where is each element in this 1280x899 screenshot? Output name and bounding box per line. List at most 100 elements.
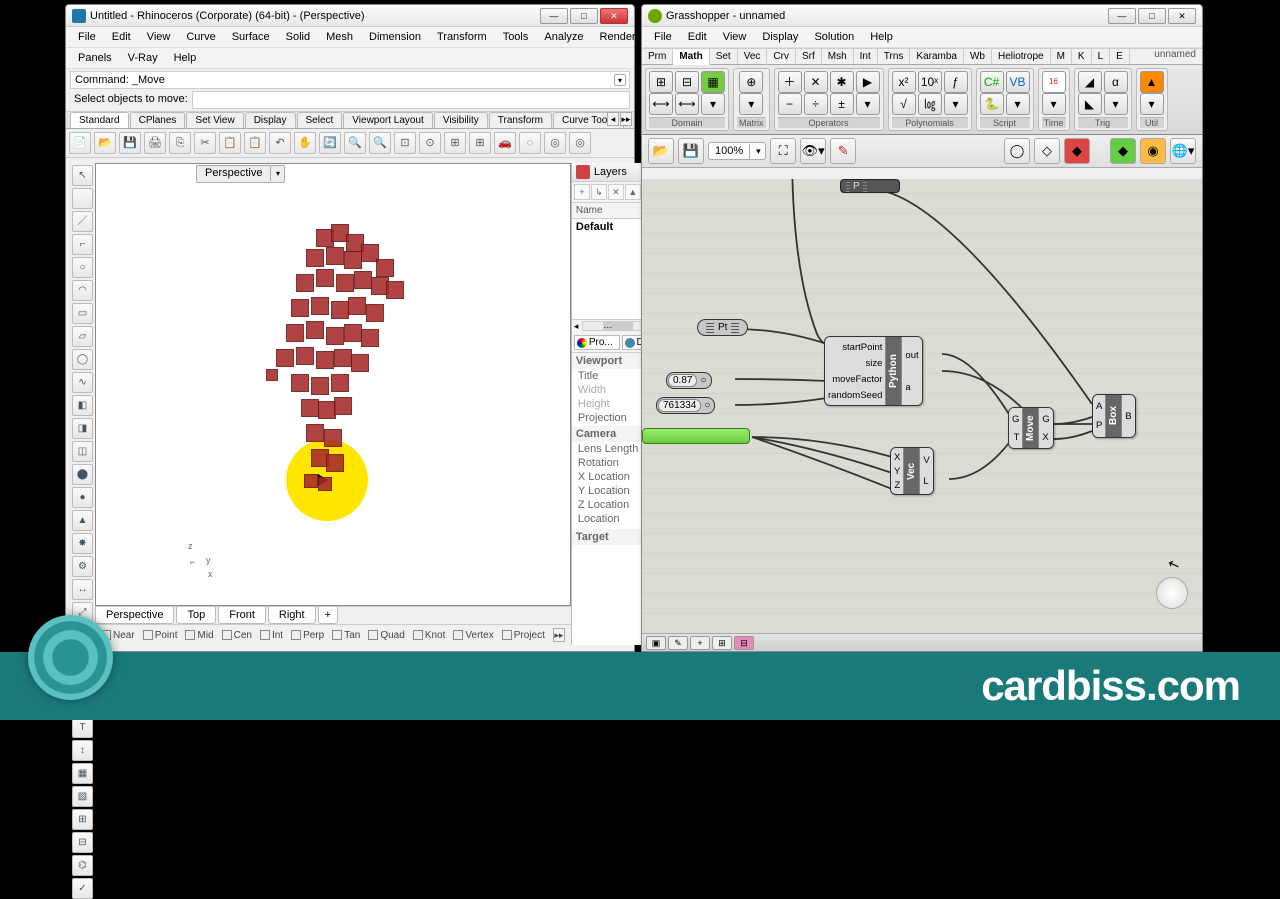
layer-new-icon[interactable]: + bbox=[574, 184, 590, 200]
menu-tools[interactable]: Tools bbox=[495, 29, 537, 45]
port[interactable]: B bbox=[1125, 411, 1131, 422]
zoom-extents-icon[interactable]: ⊡ bbox=[394, 132, 416, 154]
menu-file[interactable]: File bbox=[70, 29, 104, 45]
shade-icon[interactable]: ⊞ bbox=[469, 132, 491, 154]
vtab-top[interactable]: Top bbox=[176, 607, 216, 624]
gh-tab-crv[interactable]: Crv bbox=[767, 49, 796, 64]
gh-menu-file[interactable]: File bbox=[646, 29, 680, 45]
hatch-icon[interactable]: ▦ bbox=[72, 763, 93, 784]
gh-open-icon[interactable]: 📂 bbox=[648, 138, 674, 164]
gh-menu-solution[interactable]: Solution bbox=[806, 29, 862, 45]
comp-icon[interactable]: ⊕ bbox=[739, 71, 763, 93]
port[interactable]: X bbox=[894, 452, 900, 463]
gh-tab-trns[interactable]: Trns bbox=[878, 49, 911, 64]
comp-icon[interactable]: ⟷ bbox=[649, 93, 673, 115]
comp-icon[interactable]: ƒ bbox=[944, 71, 968, 93]
comp-icon[interactable]: ▾ bbox=[944, 93, 968, 115]
rect-icon[interactable]: ▭ bbox=[72, 303, 93, 324]
help-icon[interactable]: ◎ bbox=[569, 132, 591, 154]
gh-menu-help[interactable]: Help bbox=[862, 29, 901, 45]
gh-tab-srf[interactable]: Srf bbox=[796, 49, 822, 64]
text-icon[interactable]: T bbox=[72, 717, 93, 738]
comp-icon[interactable]: ◣ bbox=[1078, 93, 1102, 115]
comp-icon[interactable]: ㏒ bbox=[918, 93, 942, 115]
port[interactable]: T bbox=[1012, 432, 1019, 443]
greater-icon[interactable]: ▶ bbox=[856, 71, 880, 93]
div-icon[interactable]: ÷ bbox=[804, 93, 828, 115]
comp-icon[interactable]: ▾ bbox=[1006, 93, 1030, 115]
comp-icon[interactable]: ▦ bbox=[701, 71, 725, 93]
node-vec[interactable]: X Y Z Vec V L bbox=[890, 447, 934, 495]
param-grip[interactable] bbox=[731, 323, 739, 333]
menu-analyze[interactable]: Analyze bbox=[536, 29, 591, 45]
array2-icon[interactable]: ⊟ bbox=[72, 832, 93, 853]
gh-tab-vec[interactable]: Vec bbox=[738, 49, 768, 64]
comp-icon[interactable]: ◢ bbox=[1078, 71, 1102, 93]
zoom-sel-icon[interactable]: ⊙ bbox=[419, 132, 441, 154]
comp-icon[interactable]: ▾ bbox=[1140, 93, 1164, 115]
comp-icon[interactable]: ▾ bbox=[1042, 93, 1066, 115]
menu-panels[interactable]: Panels bbox=[70, 50, 120, 66]
comp-icon[interactable]: α bbox=[1104, 71, 1128, 93]
tab-display[interactable]: Display bbox=[245, 112, 296, 128]
save-icon[interactable]: 💾 bbox=[119, 132, 141, 154]
menu-transform[interactable]: Transform bbox=[429, 29, 495, 45]
gh-status-btn[interactable]: ⊟ bbox=[734, 636, 754, 650]
menu-mesh[interactable]: Mesh bbox=[318, 29, 361, 45]
vtab-right[interactable]: Right bbox=[268, 607, 316, 624]
tab-properties[interactable]: Pro... bbox=[574, 335, 620, 350]
gh-shadepreview-icon[interactable]: ◆ bbox=[1064, 138, 1090, 164]
expr-icon[interactable]: ✱ bbox=[830, 71, 854, 93]
vtab-front[interactable]: Front bbox=[218, 607, 266, 624]
gh-tab-msh[interactable]: Msh bbox=[822, 49, 854, 64]
copy-icon[interactable]: ⎘ bbox=[169, 132, 191, 154]
comp-icon[interactable]: ⊟ bbox=[675, 71, 699, 93]
port[interactable]: Z bbox=[894, 480, 900, 491]
slider-movefactor[interactable]: 0.87○ bbox=[666, 372, 712, 389]
osnap-tan[interactable]: Tan bbox=[344, 630, 360, 641]
srf-icon[interactable]: ◧ bbox=[72, 395, 93, 416]
gh-menu-edit[interactable]: Edit bbox=[680, 29, 715, 45]
cut-icon[interactable]: ✂ bbox=[194, 132, 216, 154]
open-icon[interactable]: 📂 bbox=[94, 132, 116, 154]
csharp-icon[interactable]: C# bbox=[980, 71, 1004, 93]
gh-maximize-button[interactable]: □ bbox=[1138, 8, 1166, 24]
tab-vplayout[interactable]: Viewport Layout bbox=[343, 112, 433, 128]
tab-setview[interactable]: Set View bbox=[186, 112, 243, 128]
layer-delete-icon[interactable]: ✕ bbox=[608, 184, 624, 200]
pan-icon[interactable]: ✋ bbox=[294, 132, 316, 154]
gh-menu-view[interactable]: View bbox=[715, 29, 755, 45]
gh-minimize-button[interactable]: — bbox=[1108, 8, 1136, 24]
command-input[interactable] bbox=[192, 91, 630, 109]
port[interactable]: A bbox=[1096, 401, 1102, 412]
gh-tab-m[interactable]: M bbox=[1051, 49, 1072, 64]
gh-status-btn[interactable]: ▣ bbox=[646, 636, 666, 650]
osnap-cen[interactable]: Cen bbox=[234, 630, 252, 641]
gh-wirepreview-icon[interactable]: ◇ bbox=[1034, 138, 1060, 164]
vb-icon[interactable]: VB bbox=[1006, 71, 1030, 93]
comp-icon[interactable]: ▾ bbox=[1104, 93, 1128, 115]
menu-solid[interactable]: Solid bbox=[278, 29, 318, 45]
menu-vray[interactable]: V-Ray bbox=[120, 50, 166, 66]
gh-zoom-select[interactable]: 100%▾ bbox=[708, 142, 766, 160]
osnap-near[interactable]: Near bbox=[113, 630, 135, 641]
paste2-icon[interactable]: 📋 bbox=[244, 132, 266, 154]
comp-icon[interactable]: ▲ bbox=[1140, 71, 1164, 93]
gh-tab-wb[interactable]: Wb bbox=[964, 49, 992, 64]
osnap-project[interactable]: Project bbox=[514, 630, 545, 641]
gh-tab-prm[interactable]: Prm bbox=[642, 49, 673, 64]
viewport-menu-dropdown[interactable]: ▾ bbox=[271, 165, 285, 183]
gh-tab-math[interactable]: Math bbox=[673, 49, 709, 65]
gh-tab-l[interactable]: L bbox=[1092, 49, 1111, 64]
curve-icon[interactable]: ∿ bbox=[72, 372, 93, 393]
ellipse-icon[interactable]: ◯ bbox=[72, 349, 93, 370]
plus-icon[interactable]: ＋ bbox=[778, 71, 802, 93]
node-dark-top[interactable]: P bbox=[840, 179, 900, 193]
dim-icon[interactable]: ↕ bbox=[72, 740, 93, 761]
tab-transform[interactable]: Transform bbox=[489, 112, 552, 128]
rotate-icon[interactable]: 🔄 bbox=[319, 132, 341, 154]
cyl-icon[interactable]: ⬤ bbox=[72, 464, 93, 485]
gh-status-btn[interactable]: + bbox=[690, 636, 710, 650]
gh-doc-name[interactable]: unnamed bbox=[1154, 49, 1196, 60]
gh-nopreview-icon[interactable]: ◯ bbox=[1004, 138, 1030, 164]
